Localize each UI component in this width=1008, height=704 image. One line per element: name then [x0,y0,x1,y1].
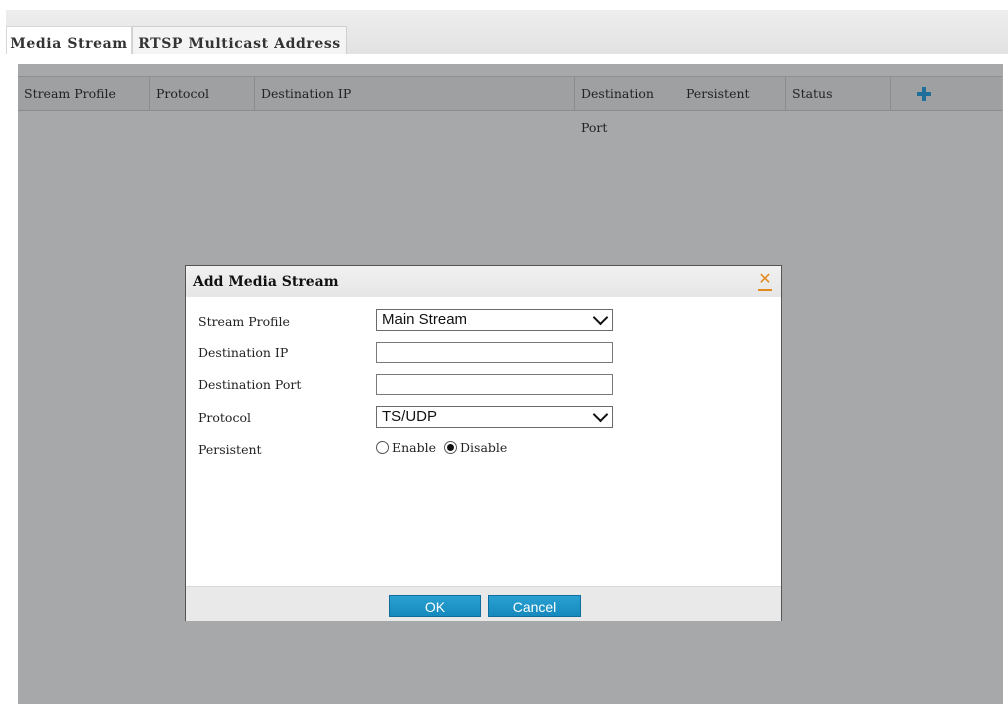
persistent-label: Persistent [198,442,262,457]
plus-icon[interactable] [916,86,932,102]
destination-ip-label: Destination IP [198,345,289,360]
dialog-footer [186,586,781,621]
disable-label: Disable [460,440,508,455]
tab-bar: Media Stream RTSP Multicast Address [6,10,1008,64]
persistent-disable-radio[interactable] [444,441,458,454]
close-icon-underline [758,289,772,291]
column-stream-profile: Stream Profile [24,86,116,101]
column-status: Status [785,77,890,111]
destination-ip-field[interactable] [376,342,613,363]
dialog-title-bar: Add Media Stream ✕ [186,266,781,297]
persistent-radio-group: Enable Disable [376,440,511,456]
close-icon[interactable]: ✕ [758,271,772,287]
dialog-title: Add Media Stream [193,274,339,290]
column-persistent: Persistent [686,86,750,101]
add-media-stream-dialog: Add Media Stream ✕ Stream Profile Main S… [185,265,782,621]
stream-profile-value: Main Stream [382,311,468,328]
persistent-enable-radio[interactable] [376,441,389,454]
protocol-select[interactable]: TS/UDP [376,406,613,428]
cancel-button[interactable]: Cancel [488,595,581,617]
stream-profile-label: Stream Profile [198,314,290,329]
chevron-down-icon [592,406,609,423]
column-actions [890,77,1002,111]
protocol-value: TS/UDP [382,408,438,425]
ok-button[interactable]: OK [389,595,481,617]
column-protocol: Protocol [149,77,254,111]
protocol-label: Protocol [198,410,251,425]
top-strip [0,0,1008,10]
column-destination-ip: Destination IP [254,77,574,111]
enable-label: Enable [392,440,437,455]
chevron-down-icon [592,309,609,326]
destination-port-field[interactable] [376,374,613,395]
table-header: Stream Profile Protocol Destination IP D… [18,76,1002,135]
column-destination-port: Destination Port [574,77,680,135]
stream-profile-select[interactable]: Main Stream [376,309,613,331]
destination-port-label: Destination Port [198,377,302,392]
